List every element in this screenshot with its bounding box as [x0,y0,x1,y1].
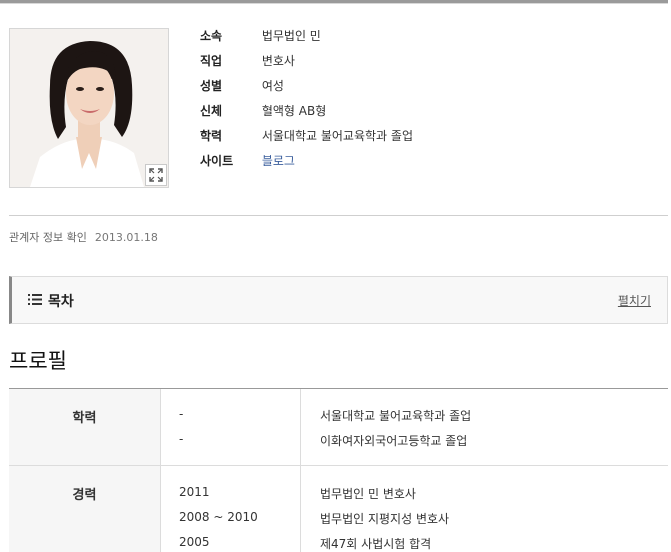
table-row: 학력 - - 서울대학교 불어교육학과 졸업 이화여자외국어고등학교 졸업 [9,389,668,466]
info-row-education: 학력 서울대학교 불어교육학과 졸업 [200,126,413,151]
expand-toc-link[interactable]: 펼치기 [618,292,651,309]
info-row-body: 신체 혈액형 AB형 [200,101,413,126]
period-text: 2011 [179,485,210,499]
info-label: 학력 [200,129,223,143]
period-cell: 2011 2008 ~ 2010 2005 [161,466,301,552]
profile-photo[interactable] [9,28,169,188]
top-border-shadow [0,3,668,4]
divider [9,215,668,216]
period-text: - [179,407,184,421]
section-heading: 프로필 [9,349,67,373]
info-row-affiliation: 소속 법무법인 민 [200,26,413,51]
confirmation-label: 관계자 정보 확인 [9,231,87,244]
period-text: 2005 [179,535,210,549]
profile-info-list: 소속 법무법인 민 직업 변호사 성별 여성 신체 혈액형 AB형 학력 서울대… [200,26,413,176]
list-icon [28,294,42,305]
info-label: 신체 [200,104,223,118]
row-category: 경력 [9,466,161,552]
table-row: 경력 2011 2008 ~ 2010 2005 법무법인 민 변호사 법무법인… [9,466,668,552]
period-text: - [179,432,184,446]
detail-cell: 법무법인 민 변호사 법무법인 지평지성 변호사 제47회 사법시험 합격 [301,466,668,552]
confirmation-date: 2013.01.18 [94,231,158,244]
period-text: 2008 ~ 2010 [179,510,258,524]
period-cell: - - [161,389,301,465]
info-label: 소속 [200,29,223,43]
detail-text: 법무법인 민 변호사 [320,487,416,501]
detail-text: 이화여자외국어고등학교 졸업 [320,434,468,448]
blog-link[interactable]: 블로그 [262,154,295,168]
info-label: 직업 [200,54,223,68]
table-of-contents: 목차 펼치기 [9,276,668,324]
info-confirmation: 관계자 정보 확인 2013.01.18 [9,229,158,245]
detail-text: 서울대학교 불어교육학과 졸업 [320,409,472,423]
detail-cell: 서울대학교 불어교육학과 졸업 이화여자외국어고등학교 졸업 [301,389,668,465]
info-value: 변호사 [261,54,295,68]
info-label: 성별 [200,79,223,93]
info-row-site: 사이트 블로그 [200,151,413,176]
detail-text: 제47회 사법시험 합격 [320,537,432,551]
info-label: 사이트 [200,154,234,168]
info-value: 서울대학교 불어교육학과 졸업 [261,129,413,143]
info-row-job: 직업 변호사 [200,51,413,76]
expand-photo-button[interactable] [145,164,167,186]
info-value: 여성 [261,79,284,93]
toc-title: 목차 [48,294,74,310]
info-value: 혈액형 AB형 [261,104,327,118]
info-row-gender: 성별 여성 [200,76,413,101]
row-category: 학력 [9,389,161,465]
detail-text: 법무법인 지평지성 변호사 [320,512,450,526]
info-value: 법무법인 민 [261,29,321,43]
expand-icon [149,168,163,182]
